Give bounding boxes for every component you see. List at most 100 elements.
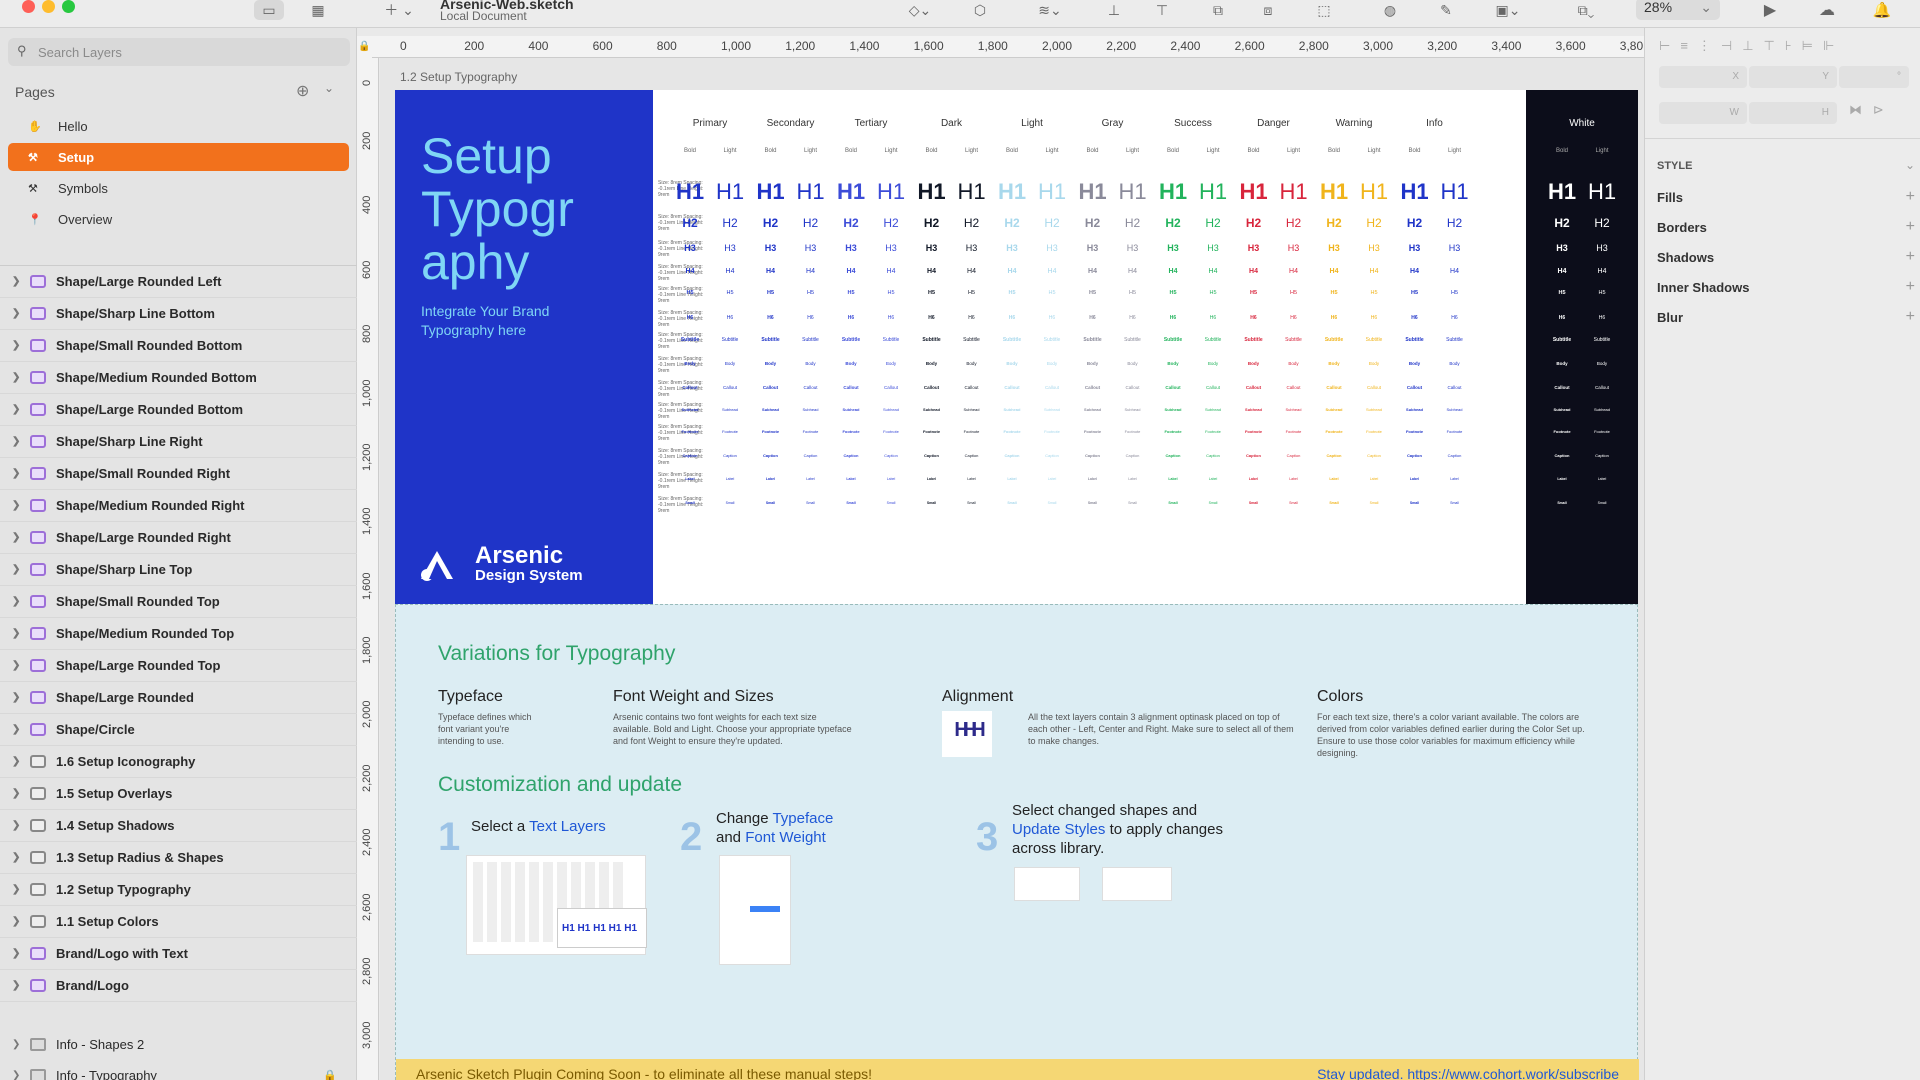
chevron-right-icon[interactable]: ❯: [12, 724, 20, 735]
layer-row[interactable]: ❯ Shape/Circle: [0, 714, 357, 746]
symbol-icon[interactable]: ◇⌄: [900, 0, 940, 20]
add-icon[interactable]: +: [1906, 188, 1915, 206]
chevron-right-icon[interactable]: ❯: [12, 756, 20, 767]
zoom-window-button[interactable]: [62, 0, 75, 13]
close-window-button[interactable]: [22, 0, 35, 13]
layer-row[interactable]: ❯ Shape/Medium Rounded Top: [0, 618, 357, 650]
layer-row[interactable]: ❯ Shape/Small Rounded Top: [0, 586, 357, 618]
chevron-right-icon[interactable]: ❯: [12, 596, 20, 607]
layer-row[interactable]: ❯ 1.3 Setup Radius & Shapes: [0, 842, 357, 874]
minimize-window-button[interactable]: [42, 0, 55, 13]
chevron-right-icon[interactable]: ❯: [12, 500, 20, 511]
layer-row[interactable]: ❯ Brand/Logo with Text: [0, 938, 357, 970]
layer-row[interactable]: ❯ 1.6 Setup Iconography: [0, 746, 357, 778]
layer-row[interactable]: ❯ 1.4 Setup Shadows: [0, 810, 357, 842]
chevron-right-icon[interactable]: ❯: [12, 692, 20, 703]
play-icon[interactable]: ▶: [1758, 0, 1782, 20]
page-item-symbols[interactable]: ⚒ Symbols: [8, 174, 349, 202]
page-item-setup[interactable]: ⚒ Setup: [8, 143, 349, 171]
bell-icon[interactable]: 🔔: [1870, 0, 1894, 20]
layer-row[interactable]: ❯ Brand/Logo: [0, 970, 357, 1002]
folder-row[interactable]: ❯ Info - Shapes 2: [0, 1028, 357, 1060]
grid-view-icon[interactable]: ▦: [306, 0, 330, 20]
frame-icon[interactable]: ▣⌄: [1488, 0, 1528, 20]
add-icon[interactable]: +: [1906, 218, 1915, 236]
collapse-pages-icon[interactable]: ⌄: [324, 81, 334, 95]
style-section-shadows[interactable]: Shadows +: [1657, 248, 1915, 266]
style-section-borders[interactable]: Borders +: [1657, 218, 1915, 236]
chevron-right-icon[interactable]: ❯: [12, 340, 20, 351]
text-layers-link[interactable]: Text Layers: [529, 818, 606, 835]
font-weight-link[interactable]: Font Weight: [745, 829, 826, 846]
chevron-right-icon[interactable]: ❯: [12, 436, 20, 447]
height-field[interactable]: H: [1749, 102, 1837, 124]
artboard[interactable]: Setup Typogr aphy Integrate Your Brand T…: [395, 90, 1639, 1080]
flatten-icon[interactable]: ⧈: [1256, 0, 1280, 20]
export-icon[interactable]: ⧉⌄: [1566, 0, 1606, 20]
style-header[interactable]: STYLE ⌄: [1657, 158, 1915, 172]
chevron-right-icon[interactable]: ❯: [12, 404, 20, 415]
update-styles-link[interactable]: Update Styles: [1012, 821, 1105, 838]
chevron-right-icon[interactable]: ❯: [12, 1070, 20, 1080]
insert-plus-icon[interactable]: ＋ ⌄: [384, 0, 414, 20]
chevron-right-icon[interactable]: ❯: [12, 788, 20, 799]
create-symbol-icon[interactable]: ⬡: [968, 0, 992, 20]
layer-row[interactable]: ❯ Shape/Sharp Line Top: [0, 554, 357, 586]
width-field[interactable]: W: [1659, 102, 1747, 124]
edit-icon[interactable]: ✎: [1434, 0, 1458, 20]
layer-row[interactable]: ❯ Shape/Medium Rounded Bottom: [0, 362, 357, 394]
chevron-right-icon[interactable]: ❯: [12, 372, 20, 383]
artboard-label[interactable]: 1.2 Setup Typography: [400, 70, 517, 84]
chevron-right-icon[interactable]: ❯: [12, 564, 20, 575]
align-icon[interactable]: ⊥: [1102, 0, 1126, 20]
style-section-inner-shadows[interactable]: Inner Shadows +: [1657, 278, 1915, 296]
add-icon[interactable]: +: [1906, 308, 1915, 326]
x-field[interactable]: X: [1659, 66, 1747, 88]
layer-row[interactable]: ❯ 1.2 Setup Typography: [0, 874, 357, 906]
sidebar-toggle-icon[interactable]: ▭: [254, 0, 284, 20]
layer-row[interactable]: ❯ Shape/Large Rounded Bottom: [0, 394, 357, 426]
chevron-right-icon[interactable]: ❯: [12, 980, 20, 991]
alignment-toolbar[interactable]: ⊢≡⋮⊣⊥⊤⊦⊨⊩: [1659, 38, 1909, 54]
mask-icon[interactable]: ⬚: [1312, 0, 1336, 20]
add-icon[interactable]: +: [1906, 248, 1915, 266]
chevron-right-icon[interactable]: ❯: [12, 916, 20, 927]
chevron-right-icon[interactable]: ❯: [12, 532, 20, 543]
page-item-hello[interactable]: ✋ Hello: [8, 112, 349, 140]
layer-row[interactable]: ❯ 1.1 Setup Colors: [0, 906, 357, 938]
layer-row[interactable]: ❯ Shape/Small Rounded Right: [0, 458, 357, 490]
layer-row[interactable]: ❯ Shape/Medium Rounded Right: [0, 490, 357, 522]
style-section-blur[interactable]: Blur +: [1657, 308, 1915, 326]
boolean-icon[interactable]: ◍: [1378, 0, 1402, 20]
chevron-right-icon[interactable]: ❯: [12, 468, 20, 479]
layer-row[interactable]: ❯ 1.5 Setup Overlays: [0, 778, 357, 810]
canvas[interactable]: 1.2 Setup Typography Setup Typogr aphy I…: [380, 58, 1644, 1080]
layer-row[interactable]: ❯ Shape/Large Rounded Right: [0, 522, 357, 554]
chevron-right-icon[interactable]: ❯: [12, 660, 20, 671]
chevron-right-icon[interactable]: ❯: [12, 820, 20, 831]
chevron-right-icon[interactable]: ❯: [12, 884, 20, 895]
zoom-select[interactable]: 28% ⌄: [1636, 0, 1720, 20]
add-icon[interactable]: +: [1906, 278, 1915, 296]
folder-row[interactable]: ❯ Info - Typography 🔒: [0, 1059, 357, 1080]
layer-row[interactable]: ❯ Shape/Large Rounded Left: [0, 266, 357, 298]
chevron-right-icon[interactable]: ❯: [12, 1039, 20, 1050]
lock-icon[interactable]: 🔒: [323, 1069, 337, 1080]
lock-icon[interactable]: 🔒: [357, 36, 372, 58]
search-layers-input[interactable]: ⚲ Search Layers: [8, 38, 350, 66]
cloud-icon[interactable]: ☁: [1812, 0, 1842, 20]
add-page-icon[interactable]: ⊕: [296, 81, 309, 101]
layers-stack-icon[interactable]: ≋⌄: [1030, 0, 1070, 20]
layer-row[interactable]: ❯ Shape/Sharp Line Bottom: [0, 298, 357, 330]
layer-row[interactable]: ❯ Shape/Large Rounded: [0, 682, 357, 714]
chevron-right-icon[interactable]: ❯: [12, 628, 20, 639]
layer-row[interactable]: ❯ Shape/Small Rounded Bottom: [0, 330, 357, 362]
chevron-right-icon[interactable]: ❯: [12, 852, 20, 863]
distribute-icon[interactable]: ⊤: [1150, 0, 1174, 20]
typeface-link[interactable]: Typeface: [772, 810, 833, 827]
chevron-right-icon[interactable]: ❯: [12, 308, 20, 319]
flip-icon[interactable]: ⧓ ⊳: [1849, 102, 1884, 118]
y-field[interactable]: Y: [1749, 66, 1837, 88]
rotation-field[interactable]: °: [1839, 66, 1909, 88]
page-item-overview[interactable]: 📍 Overview: [8, 205, 349, 233]
